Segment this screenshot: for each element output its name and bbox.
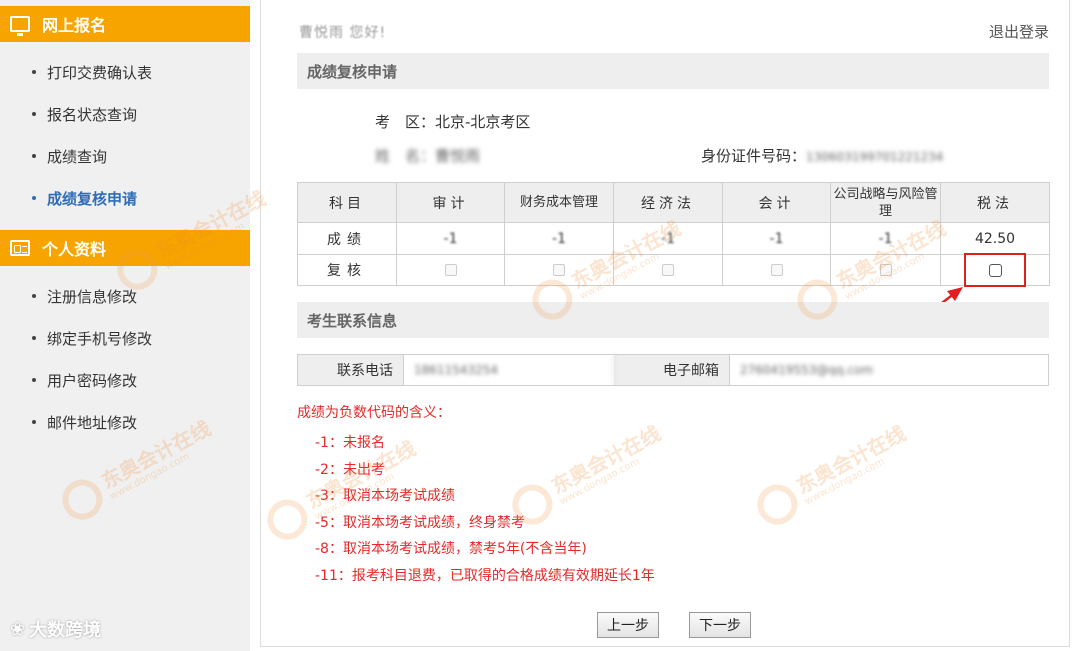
section-title: 网上报名 [42,16,107,35]
monitor-icon [10,16,30,36]
sidebar-item-registration-status[interactable]: 报名状态查询 [0,93,250,135]
name-value: 曹悦雨 [435,147,481,165]
header-cell: 审计 [396,182,505,223]
header-cell: 经济法 [613,182,723,223]
row-label: 复核 [297,254,397,286]
score-table: 科目 审计 财务成本管理 经济法 会计 公司战略与风险管理 税法 成绩 -1 -… [297,182,1050,286]
note-item: -1：未报名 [315,435,385,451]
note-item: -3：取消本场考试成绩 [315,488,455,504]
bullet-icon [32,378,36,382]
section-header-personal-info: 个人资料 [0,230,250,266]
sidebar-item-edit-email[interactable]: 邮件地址修改 [0,401,250,443]
id-number-value: 130603199701221234 [806,150,944,164]
review-checkbox-disabled [553,264,565,276]
email-label: 电子邮箱 [614,355,730,385]
table-row-review: 复核 [297,254,1050,286]
review-checkbox-disabled [662,264,674,276]
prev-step-button[interactable]: 上一步 [597,612,659,638]
bullet-icon [32,336,36,340]
sidebar-item-label: 用户密码修改 [47,371,138,390]
bullet-icon [32,420,36,424]
sidebar-item-label: 绑定手机号修改 [47,329,153,348]
name-label: 姓 名： [375,147,436,165]
notes-title: 成绩为负数代码的含义： [297,405,451,421]
welcome-text: 曹悦雨 您好! [299,25,387,41]
next-step-button[interactable]: 下一步 [689,612,751,638]
row-label: 成绩 [297,222,397,255]
id-card-icon [10,240,30,256]
bullet-icon [32,196,36,200]
phone-value: 18611543254 [404,355,614,385]
score-cell: -1 [504,222,614,255]
highlight-box [964,253,1026,287]
email-value: 2760419553@qq.com [740,363,874,377]
sidebar-item-label: 邮件地址修改 [47,413,138,432]
header-cell-subject: 科目 [297,182,397,223]
online-registration-menu: 打印交费确认表 报名状态查询 成绩查询 成绩复核申请 [0,51,250,219]
sidebar-item-label: 打印交费确认表 [47,63,153,82]
sidebar-item-score-query[interactable]: 成绩查询 [0,135,250,177]
contact-row: 联系电话 18611543254 电子邮箱 2760419553@qq.com [297,354,1049,386]
header-cell: 财务成本管理 [504,182,614,223]
sidebar-item-score-review[interactable]: 成绩复核申请 [0,177,250,219]
corner-logo: ❀ 大数跨境 [10,616,101,642]
review-checkbox-disabled [879,264,892,276]
note-item: -2：未出考 [315,461,385,478]
exam-area-value: 北京-北京考区 [435,113,531,131]
bullet-icon [32,70,36,74]
sidebar-item-edit-phone[interactable]: 绑定手机号修改 [0,317,250,359]
section-bar-contact: 考生联系信息 [297,302,1049,338]
sidebar-item-label: 注册信息修改 [47,287,138,306]
id-number-row: 身份证件号码：130603199701221234 [701,145,943,166]
review-checkbox-disabled [444,264,457,276]
review-checkbox-disabled [770,264,783,276]
table-header-row: 科目 审计 财务成本管理 经济法 会计 公司战略与风险管理 税法 [297,182,1050,223]
review-cell [830,254,941,286]
id-number-label: 身份证件号码： [701,147,807,165]
exam-area-row: 考 区：北京-北京考区 [375,111,530,132]
phone-label: 联系电话 [298,355,404,385]
personal-info-menu: 注册信息修改 绑定手机号修改 用户密码修改 邮件地址修改 [0,275,250,443]
review-cell [722,254,831,286]
header-cell: 会计 [722,182,831,223]
header-cell: 税法 [940,182,1050,223]
score-cell: -1 [396,222,505,255]
review-cell [613,254,723,286]
note-item: -11：报考科目退费，已取得的合格成绩有效期延长1年 [315,567,655,584]
sidebar-item-label: 报名状态查询 [47,105,138,124]
score-cell: -1 [613,222,723,255]
score-cell: -1 [722,222,831,255]
note-item: -8：取消本场考试成绩，禁考5年(不含当年) [315,541,587,557]
logout-link[interactable]: 退出登录 [989,21,1049,42]
header-cell: 公司战略与风险管理 [830,182,941,223]
bullet-icon [32,294,36,298]
bullet-icon [32,154,36,158]
review-cell [396,254,505,286]
corner-logo-text: 大数跨境 [29,620,102,641]
sidebar: 网上报名 打印交费确认表 报名状态查询 成绩查询 成绩复核申请 个人资料 注册信… [0,0,250,651]
score-cell: -1 [830,222,941,255]
sidebar-item-label: 成绩查询 [47,147,108,166]
bullet-icon [32,112,36,116]
note-item: -5：取消本场考试成绩，终身禁考 [315,514,525,531]
name-row: 姓 名：曹悦雨 [375,145,480,166]
notes-list: -1：未报名 -2：未出考 -3：取消本场考试成绩 -5：取消本场考试成绩，终身… [315,430,655,589]
section-header-online-registration: 网上报名 [0,6,250,42]
sidebar-item-edit-password[interactable]: 用户密码修改 [0,359,250,401]
sidebar-item-label: 成绩复核申请 [47,189,138,208]
score-cell: 42.50 [940,222,1050,255]
main-panel: 曹悦雨 您好! 退出登录 成绩复核申请 考 区：北京-北京考区 姓 名：曹悦雨 … [260,0,1070,647]
sidebar-item-edit-registration[interactable]: 注册信息修改 [0,275,250,317]
sidebar-item-print-fee-confirmation[interactable]: 打印交费确认表 [0,51,250,93]
section-title: 成绩复核申请 [307,62,398,81]
logo-icon: ❀ [10,618,26,640]
section-bar-score-review: 成绩复核申请 [297,53,1049,89]
table-row-scores: 成绩 -1 -1 -1 -1 -1 42.50 [297,222,1050,255]
exam-area-label: 考 区： [375,113,436,131]
section-title: 个人资料 [42,240,107,259]
section-title: 考生联系信息 [307,311,398,330]
review-cell [504,254,614,286]
